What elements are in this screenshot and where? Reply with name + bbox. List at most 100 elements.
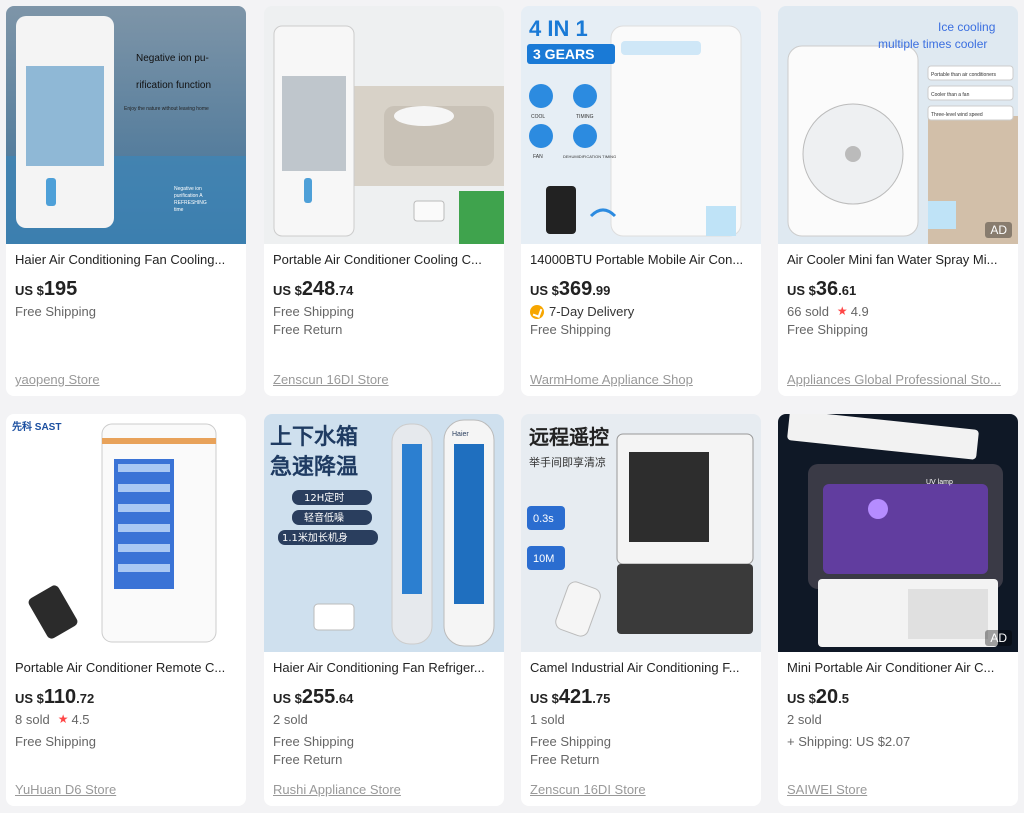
product-card[interactable]: Portable Air Conditioner Cooling C... US… bbox=[264, 6, 504, 396]
product-title[interactable]: 14000BTU Portable Mobile Air Con... bbox=[530, 252, 752, 269]
store-link[interactable]: Rushi Appliance Store bbox=[273, 782, 495, 797]
product-image-art: 4 IN 1 3 GEARS COOL TIMING FAN DEHUMIDIF… bbox=[521, 6, 761, 244]
price-decimal: .64 bbox=[335, 691, 354, 706]
product-price: US $195 bbox=[15, 276, 237, 302]
sold-rating-row: 66 sold ★ 4.9 bbox=[787, 302, 1009, 320]
svg-text:UV lamp: UV lamp bbox=[926, 479, 953, 486]
product-image-art bbox=[264, 6, 504, 244]
product-card[interactable]: 远程遥控 举手间即享清凉 0.3s 10M Camel Industrial A… bbox=[521, 414, 761, 806]
svg-text:急速降温: 急速降温 bbox=[270, 454, 358, 480]
sold-count: 2 sold bbox=[273, 711, 308, 727]
product-card[interactable]: Ice cooling multiple times cooler Portab… bbox=[778, 6, 1018, 396]
product-title[interactable]: Portable Air Conditioner Cooling C... bbox=[273, 252, 495, 269]
product-image[interactable]: Negative ion pu- rification function Enj… bbox=[6, 6, 246, 244]
shipping-text: Free Shipping bbox=[530, 733, 611, 749]
product-card[interactable]: Negative ion pu- rification function Enj… bbox=[6, 6, 246, 396]
product-image[interactable]: 4 IN 1 3 GEARS COOL TIMING FAN DEHUMIDIF… bbox=[521, 6, 761, 244]
sold-count: 66 sold bbox=[787, 303, 829, 319]
product-title[interactable]: Portable Air Conditioner Remote C... bbox=[15, 660, 237, 677]
ad-badge: AD bbox=[985, 630, 1012, 646]
svg-text:举手间即享清凉: 举手间即享清凉 bbox=[529, 455, 606, 469]
svg-text:multiple times cooler: multiple times cooler bbox=[878, 37, 987, 51]
product-title[interactable]: Air Cooler Mini fan Water Spray Mi... bbox=[787, 252, 1009, 269]
price-currency: US $ bbox=[530, 283, 559, 298]
product-info: Mini Portable Air Conditioner Air C... U… bbox=[778, 652, 1018, 750]
shipping-info: 7-Day Delivery Free Shipping bbox=[530, 302, 752, 338]
product-card[interactable]: 上下水箱 急速降温 12H定时 轻音低噪 1.1米加长机身 Haier Haie… bbox=[264, 414, 504, 806]
svg-text:rification function: rification function bbox=[136, 80, 211, 91]
price-integer: 248 bbox=[301, 278, 336, 300]
svg-text:TIMING: TIMING bbox=[576, 114, 594, 120]
store-link[interactable]: SAIWEI Store bbox=[787, 782, 1009, 797]
shipping-text: + Shipping: US $2.07 bbox=[787, 733, 911, 749]
svg-text:Three-level wind speed: Three-level wind speed bbox=[931, 112, 983, 118]
delivery-text: 7-Day Delivery bbox=[549, 303, 635, 319]
store-link[interactable]: Zenscun 16DI Store bbox=[530, 782, 752, 797]
store-link[interactable]: YuHuan D6 Store bbox=[15, 782, 237, 797]
product-image[interactable]: Ice cooling multiple times cooler Portab… bbox=[778, 6, 1018, 244]
return-text: Free Return bbox=[530, 751, 600, 767]
shipping-text: Free Shipping bbox=[273, 303, 354, 319]
product-image[interactable] bbox=[264, 6, 504, 244]
price-currency: US $ bbox=[15, 283, 44, 298]
product-image-art: Negative ion pu- rification function Enj… bbox=[6, 6, 246, 244]
rating-value: 4.9 bbox=[850, 303, 869, 319]
product-price: US $20.5 bbox=[787, 684, 1009, 710]
price-decimal: .72 bbox=[76, 691, 95, 706]
price-currency: US $ bbox=[273, 283, 302, 298]
product-price: US $36.61 bbox=[787, 276, 1009, 302]
svg-text:1.1米加长机身: 1.1米加长机身 bbox=[282, 531, 348, 544]
svg-text:远程遥控: 远程遥控 bbox=[529, 425, 609, 449]
svg-text:purification A: purification A bbox=[174, 193, 203, 199]
sold-count: 8 sold bbox=[15, 711, 50, 727]
shipping-text: Free Shipping bbox=[15, 303, 96, 319]
product-title[interactable]: Haier Air Conditioning Fan Cooling... bbox=[15, 252, 237, 269]
product-info: 14000BTU Portable Mobile Air Con... US $… bbox=[521, 244, 761, 338]
product-title[interactable]: Camel Industrial Air Conditioning F... bbox=[530, 660, 752, 677]
shipping-info: Free Shipping Free Return bbox=[273, 302, 495, 338]
store-link[interactable]: WarmHome Appliance Shop bbox=[530, 372, 752, 387]
store-link[interactable]: Zenscun 16DI Store bbox=[273, 372, 495, 387]
svg-text:12H定时: 12H定时 bbox=[304, 491, 344, 504]
shipping-info: Free Shipping bbox=[15, 302, 237, 320]
shipping-text: Free Shipping bbox=[787, 321, 868, 337]
svg-text:轻音低噪: 轻音低噪 bbox=[304, 511, 344, 524]
product-image[interactable]: 远程遥控 举手间即享清凉 0.3s 10M bbox=[521, 414, 761, 652]
svg-text:10M: 10M bbox=[533, 553, 554, 565]
star-icon: ★ bbox=[57, 711, 69, 726]
delivery-truck-icon bbox=[530, 305, 544, 319]
price-integer: 255 bbox=[301, 686, 336, 708]
sold-rating-row: 8 sold ★ 4.5 bbox=[15, 710, 237, 728]
product-image-art: Ice cooling multiple times cooler Portab… bbox=[778, 6, 1018, 244]
product-image[interactable]: 先科 SAST bbox=[6, 414, 246, 652]
price-decimal: .99 bbox=[592, 283, 611, 298]
product-price: US $369.99 bbox=[530, 276, 752, 302]
product-image-art: UV lamp bbox=[778, 414, 1018, 652]
product-image[interactable]: UV lamp AD bbox=[778, 414, 1018, 652]
product-image-art: 先科 SAST bbox=[6, 414, 246, 652]
price-currency: US $ bbox=[15, 691, 44, 706]
product-card[interactable]: 4 IN 1 3 GEARS COOL TIMING FAN DEHUMIDIF… bbox=[521, 6, 761, 396]
product-card[interactable]: 先科 SAST Portable Air Conditioner Remote … bbox=[6, 414, 246, 806]
product-price: US $110.72 bbox=[15, 684, 237, 710]
svg-text:Cooler than a fan: Cooler than a fan bbox=[931, 92, 970, 98]
price-integer: 421 bbox=[558, 686, 593, 708]
ad-badge: AD bbox=[985, 222, 1012, 238]
svg-text:上下水箱: 上下水箱 bbox=[270, 424, 358, 450]
product-card[interactable]: UV lamp AD Mini Portable Air Conditioner… bbox=[778, 414, 1018, 806]
product-image[interactable]: 上下水箱 急速降温 12H定时 轻音低噪 1.1米加长机身 Haier bbox=[264, 414, 504, 652]
svg-text:FAN: FAN bbox=[533, 154, 543, 160]
svg-text:Negative ion: Negative ion bbox=[174, 186, 202, 192]
product-title[interactable]: Mini Portable Air Conditioner Air C... bbox=[787, 660, 1009, 677]
svg-text:Portable than air conditioners: Portable than air conditioners bbox=[931, 72, 997, 78]
svg-text:3 GEARS: 3 GEARS bbox=[533, 46, 594, 62]
price-currency: US $ bbox=[787, 283, 816, 298]
product-title[interactable]: Haier Air Conditioning Fan Refriger... bbox=[273, 660, 495, 677]
price-currency: US $ bbox=[787, 691, 816, 706]
price-integer: 20 bbox=[815, 686, 839, 708]
svg-text:COOL: COOL bbox=[531, 114, 545, 120]
store-link[interactable]: Appliances Global Professional Sto... bbox=[787, 372, 1009, 387]
store-link[interactable]: yaopeng Store bbox=[15, 372, 237, 387]
price-decimal: .61 bbox=[838, 283, 857, 298]
price-integer: 36 bbox=[815, 278, 839, 300]
